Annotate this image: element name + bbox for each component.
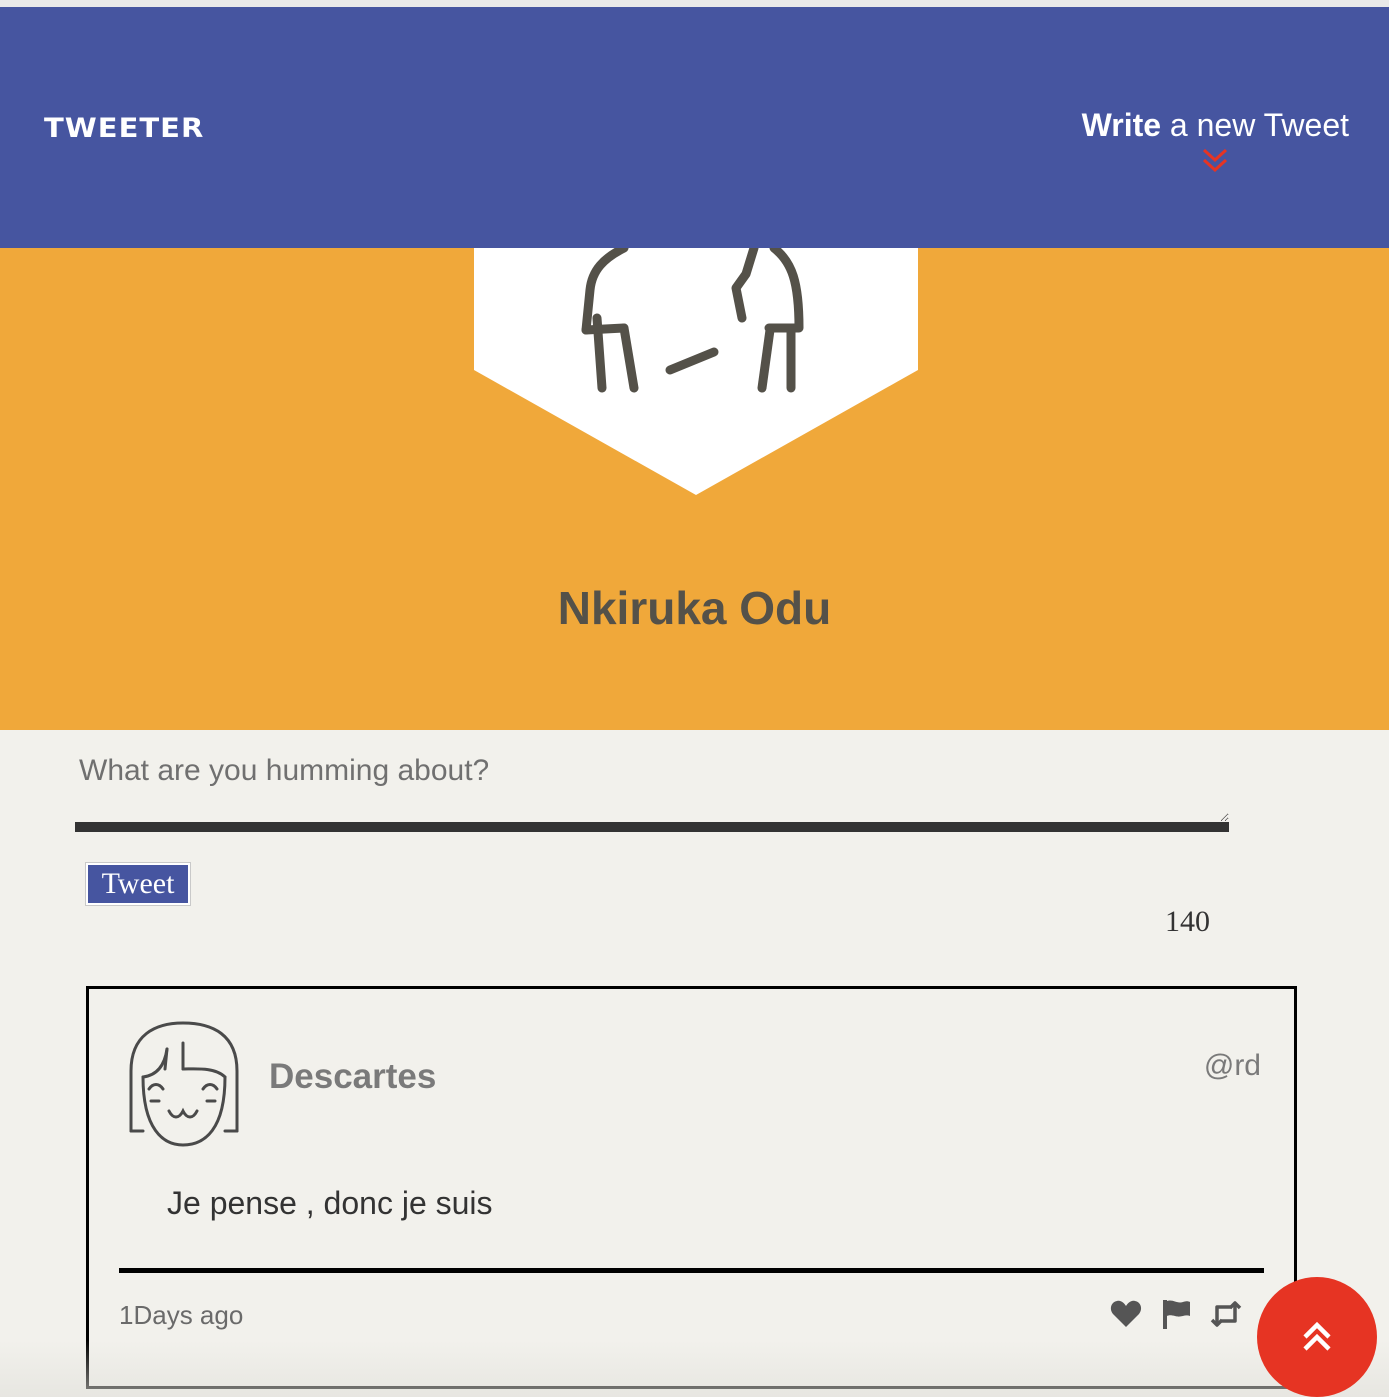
page: TWEETER Write a new Tweet Nkiruka Odu Wh… xyxy=(0,0,1389,1397)
heart-icon[interactable] xyxy=(1109,1297,1143,1331)
write-new-tweet-label: Write a new Tweet xyxy=(1081,107,1349,143)
brand-logo[interactable]: TWEETER xyxy=(44,112,204,143)
tweet-author-handle: @rd xyxy=(1203,1049,1261,1082)
tweet-avatar xyxy=(125,1019,245,1151)
scroll-to-top-button[interactable] xyxy=(1257,1277,1377,1397)
double-chevron-down-icon[interactable] xyxy=(1200,146,1230,176)
tweet-divider xyxy=(119,1268,1264,1273)
write-new-tweet-toggle[interactable]: Write a new Tweet xyxy=(1082,107,1349,144)
top-nav: TWEETER Write a new Tweet xyxy=(0,7,1389,248)
tweet-input[interactable] xyxy=(75,740,1229,832)
tweet-author-name: Descartes xyxy=(269,1057,437,1096)
compose-form xyxy=(75,740,1229,840)
top-border xyxy=(0,0,1389,7)
tweet-actions xyxy=(1109,1297,1243,1333)
profile-header: Nkiruka Odu xyxy=(0,243,1389,730)
profile-name: Nkiruka Odu xyxy=(557,582,832,634)
tweet-submit-button[interactable]: Tweet xyxy=(86,863,190,905)
tweet-timestamp: 1Days ago xyxy=(119,1300,244,1330)
profile-avatar xyxy=(474,243,918,496)
character-counter: 140 xyxy=(1165,905,1210,938)
tweet-text: Je pense , donc je suis xyxy=(167,1185,493,1221)
double-chevron-up-icon xyxy=(1297,1315,1337,1360)
flag-icon[interactable] xyxy=(1159,1297,1193,1331)
retweet-icon[interactable] xyxy=(1209,1297,1243,1331)
tweet-card: Descartes @rd Je pense , donc je suis 1D… xyxy=(86,986,1297,1389)
